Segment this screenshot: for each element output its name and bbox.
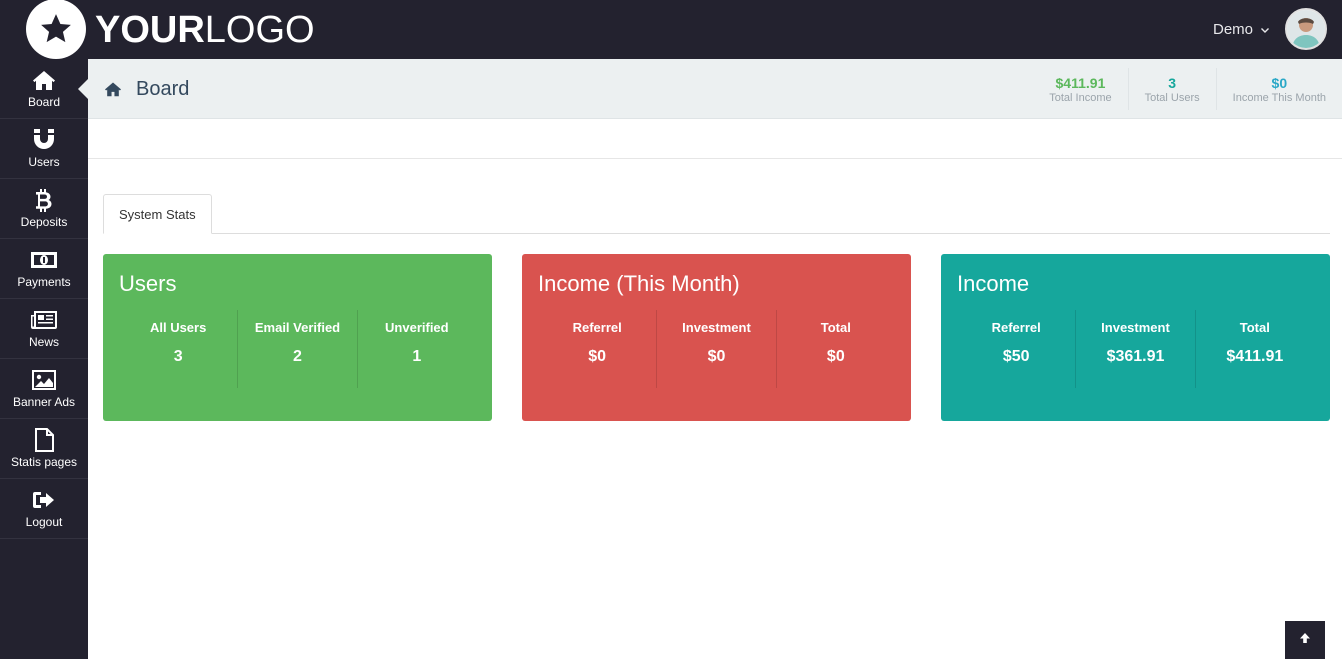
card-column-value: $411.91 [1226, 348, 1284, 365]
card-column-value: 1 [412, 348, 422, 365]
newspaper-icon [30, 308, 58, 332]
stat-label: Total Income [1049, 91, 1112, 104]
card-column: Total $411.91 [1194, 310, 1314, 388]
sidebar-item-label: Users [28, 155, 60, 169]
card-column: Total $0 [775, 310, 895, 388]
sidebar-item-deposits[interactable]: Deposits [0, 179, 88, 239]
income-this-month-stat: $0 Income This Month [1215, 68, 1342, 110]
sidebar-item-logout[interactable]: Logout [0, 479, 88, 539]
users-card: Users All Users 3 Email Verified 2 Unver… [103, 254, 492, 421]
card-columns: Referrel $50 Investment $361.91 Total $4… [957, 310, 1314, 388]
income-card: Income Referrel $50 Investment $361.91 T… [941, 254, 1330, 421]
card-title: Income (This Month) [538, 271, 740, 296]
tab-system-stats[interactable]: System Stats [103, 194, 212, 234]
header-stats: $411.91 Total Income 3 Total Users $0 In… [1033, 68, 1342, 110]
card-column-label: Total [1239, 320, 1270, 335]
card-column: All Users 3 [119, 310, 237, 388]
card-column-value: 3 [173, 348, 183, 365]
card-column-label: Referrel [991, 320, 1041, 335]
bitcoin-icon [35, 188, 53, 212]
card-column: Referrel $0 [538, 310, 656, 388]
file-icon [34, 428, 54, 452]
stat-label: Total Users [1144, 91, 1200, 104]
divider [88, 158, 1342, 159]
user-menu[interactable]: Demo [1213, 0, 1270, 59]
card-column-value: $0 [588, 348, 607, 365]
page-title-text: Board [136, 77, 190, 100]
page-header: Board $411.91 Total Income 3 Total Users… [88, 59, 1342, 119]
sidebar-item-statis-pages[interactable]: Statis pages [0, 419, 88, 479]
card-column-label: Investment [682, 320, 751, 335]
card-column: Email Verified 2 [237, 310, 356, 388]
scroll-to-top-button[interactable] [1285, 621, 1325, 659]
card-title: Income [957, 271, 1030, 296]
card-column: Investment $361.91 [1075, 310, 1194, 388]
card-column: Referrel $50 [957, 310, 1075, 388]
card-column-label: Unverified [385, 320, 449, 335]
stat-value: $411.91 [1055, 74, 1106, 91]
magnet-icon [33, 128, 55, 152]
card-column-label: All Users [149, 320, 207, 335]
stat-value: $0 [1271, 74, 1288, 91]
sidebar: Board Users Deposits Payments News Banne… [0, 59, 88, 659]
sidebar-item-label: Board [27, 95, 61, 109]
sidebar-item-users[interactable]: Users [0, 119, 88, 179]
card-column: Unverified 1 [356, 310, 476, 388]
sidebar-item-label: Logout [25, 515, 63, 529]
card-columns: All Users 3 Email Verified 2 Unverified … [119, 310, 476, 388]
stat-label: Income This Month [1232, 91, 1326, 104]
card-column-label: Investment [1101, 320, 1170, 335]
chevron-down-icon [1260, 25, 1270, 35]
card-columns: Referrel $0 Investment $0 Total $0 [538, 310, 895, 388]
avatar[interactable] [1285, 8, 1327, 50]
card-title: Users [119, 271, 177, 296]
stat-value: 3 [1168, 74, 1177, 91]
income-this-month-card: Income (This Month) Referrel $0 Investme… [522, 254, 911, 421]
card-column: Investment $0 [656, 310, 775, 388]
card-column-label: Email Verified [254, 320, 341, 335]
card-column-value: $361.91 [1106, 348, 1165, 365]
image-icon [31, 368, 57, 392]
total-income-stat: $411.91 Total Income [1033, 68, 1127, 110]
logo-text: YOURLOGO [95, 8, 315, 51]
money-icon [30, 248, 58, 272]
sign-out-icon [32, 488, 56, 512]
card-column-label: Referrel [572, 320, 622, 335]
star-icon [26, 0, 86, 59]
sidebar-item-label: Statis pages [10, 455, 78, 469]
card-column-value: $50 [1002, 348, 1030, 365]
card-column-label: Total [820, 320, 851, 335]
sidebar-item-label: Banner Ads [12, 395, 76, 409]
card-column-value: $0 [826, 348, 845, 365]
home-icon [104, 81, 122, 97]
tab-bar: System Stats [103, 194, 1330, 234]
user-name: Demo [1212, 21, 1253, 38]
total-users-stat: 3 Total Users [1127, 68, 1216, 110]
page-title: Board [104, 59, 189, 119]
sidebar-item-news[interactable]: News [0, 299, 88, 359]
top-bar: YOURLOGO Demo [0, 0, 1342, 59]
home-icon [32, 68, 56, 92]
sidebar-item-payments[interactable]: Payments [0, 239, 88, 299]
card-column-value: 2 [293, 348, 302, 365]
sidebar-item-label: Deposits [20, 215, 68, 229]
card-column-value: $0 [707, 348, 726, 365]
sidebar-item-board[interactable]: Board [0, 59, 88, 119]
logo[interactable]: YOURLOGO [26, 0, 315, 59]
sidebar-item-label: News [28, 335, 59, 349]
sidebar-item-banner-ads[interactable]: Banner Ads [0, 359, 88, 419]
sidebar-item-label: Payments [17, 275, 71, 289]
arrow-up-icon [1299, 631, 1311, 649]
